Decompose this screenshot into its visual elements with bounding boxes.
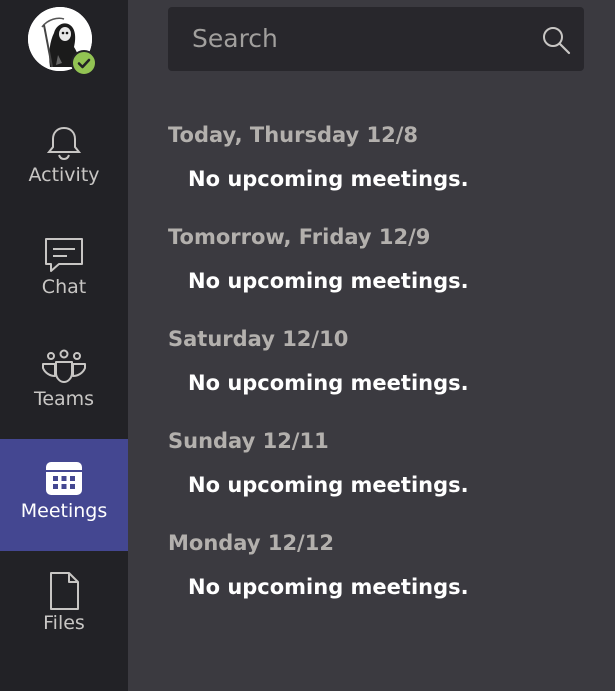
presence-available-icon <box>71 50 97 76</box>
nav-activity-label: Activity <box>28 164 100 186</box>
no-meetings-text: No upcoming meetings. <box>188 473 469 497</box>
search-placeholder: Search <box>192 24 278 53</box>
search-icon[interactable] <box>540 24 572 56</box>
calendar-icon <box>46 462 82 495</box>
day-heading: Sunday 12/11 <box>168 429 329 453</box>
nav-teams[interactable]: Teams <box>0 327 128 439</box>
nav-meetings[interactable]: Meetings <box>0 439 128 551</box>
nav-chat[interactable]: Chat <box>0 215 128 327</box>
file-icon <box>50 572 79 610</box>
day-heading: Today, Thursday 12/8 <box>168 123 419 147</box>
nav-teams-label: Teams <box>33 388 95 410</box>
nav-files-label: Files <box>43 612 85 634</box>
bell-icon <box>46 126 82 161</box>
chat-icon <box>45 238 83 272</box>
nav-files[interactable]: Files <box>0 551 128 663</box>
no-meetings-text: No upcoming meetings. <box>188 575 469 599</box>
nav-activity[interactable]: Activity <box>0 103 128 215</box>
no-meetings-text: No upcoming meetings. <box>188 167 469 191</box>
no-meetings-text: No upcoming meetings. <box>188 269 469 293</box>
app-bar: Activity Chat Teams Meetings Files <box>0 0 128 691</box>
no-meetings-text: No upcoming meetings. <box>188 371 469 395</box>
day-heading: Monday 12/12 <box>168 531 334 555</box>
teams-app: Activity Chat Teams Meetings Files Searc… <box>0 0 615 691</box>
nav-meetings-label: Meetings <box>20 500 108 522</box>
day-heading: Tomorrow, Friday 12/9 <box>168 225 431 249</box>
nav-chat-label: Chat <box>41 276 87 298</box>
day-heading: Saturday 12/10 <box>168 327 349 351</box>
teams-icon <box>42 349 86 383</box>
search-input[interactable]: Search <box>168 7 584 71</box>
